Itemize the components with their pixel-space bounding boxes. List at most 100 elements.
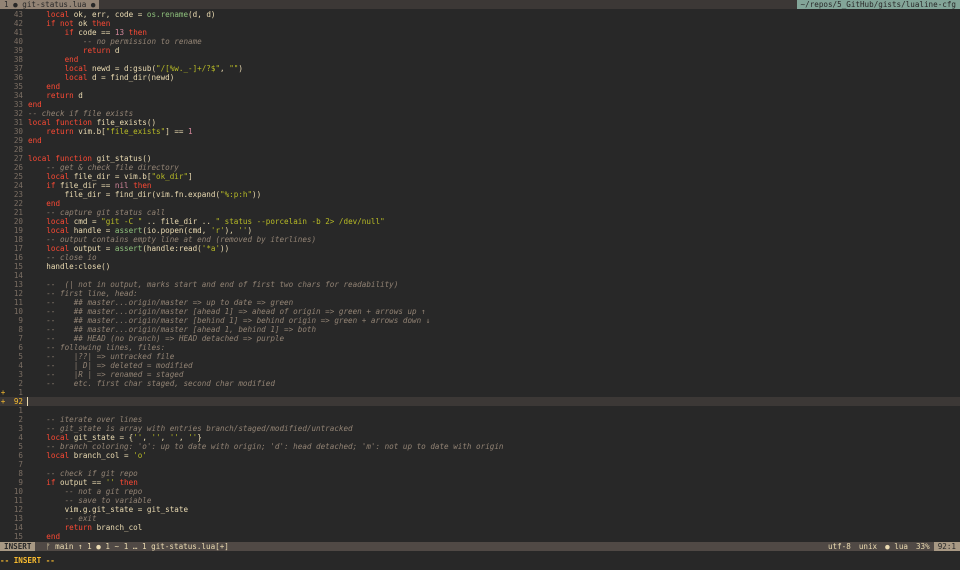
code-line[interactable]: 3 -- |R | => renamed = staged xyxy=(0,370,960,379)
code-line[interactable]: 6 local branch_col = 'o' xyxy=(0,451,960,460)
code-line[interactable]: 43 local ok, err, code = os.rename(d, d) xyxy=(0,10,960,19)
editor-buffer[interactable]: 43 local ok, err, code = os.rename(d, d)… xyxy=(0,10,960,542)
line-number: 3 xyxy=(18,424,23,433)
code-token: )) xyxy=(252,190,262,199)
code-line[interactable]: 32 -- check if file exists xyxy=(0,109,960,118)
code-line[interactable]: 4 -- | D| => deleted = modified xyxy=(0,361,960,370)
code-line[interactable]: 11 -- ## master...origin/master => up to… xyxy=(0,298,960,307)
line-number: 40 xyxy=(13,37,23,46)
line-code: local ok, err, code = os.rename(d, d) xyxy=(28,10,215,19)
code-line[interactable]: 20 local cmd = "git -C " .. file_dir .. … xyxy=(0,217,960,226)
code-line[interactable]: 13 -- exit xyxy=(0,514,960,523)
code-line[interactable]: 40 -- no permission to rename xyxy=(0,37,960,46)
code-line[interactable]: 10 -- ## master...origin/master [ahead 1… xyxy=(0,307,960,316)
code-line[interactable]: 26 -- get & check file directory xyxy=(0,163,960,172)
code-line[interactable]: 29 end xyxy=(0,136,960,145)
line-code: local output = assert(handle:read('*a')) xyxy=(28,244,229,253)
code-line[interactable]: 16 -- close io xyxy=(0,253,960,262)
code-token: -- |R | => renamed = staged xyxy=(46,370,184,379)
git-branch-info: ᚠ main ↑ 1 ● 1 ~ 1 … 1 git-status.lua[+] xyxy=(46,542,229,551)
code-line[interactable]: 6 -- following lines, files: xyxy=(0,343,960,352)
line-number: 43 xyxy=(13,10,23,19)
code-token: handle = xyxy=(69,226,115,235)
code-line[interactable]: 7 xyxy=(0,460,960,469)
code-line[interactable]: 12 vim.g.git_state = git_state xyxy=(0,505,960,514)
code-line[interactable]: 27 local function git_status() xyxy=(0,154,960,163)
code-token: -- check if file exists xyxy=(28,109,134,118)
code-line[interactable]: 28 xyxy=(0,145,960,154)
line-number: 12 xyxy=(13,505,23,514)
code-line[interactable]: 14 return branch_col xyxy=(0,523,960,532)
code-line[interactable]: 39 return d xyxy=(0,46,960,55)
code-line[interactable]: 33 end xyxy=(0,100,960,109)
code-line[interactable]: 24 if file_dir == nil then xyxy=(0,181,960,190)
code-token: return xyxy=(46,127,74,136)
line-code: -- ## master...origin/master [ahead 1, b… xyxy=(28,325,316,334)
line-code: return d xyxy=(28,91,83,100)
code-token: -- ## master...origin/master [ahead 1, b… xyxy=(46,325,317,334)
line-number: 6 xyxy=(18,343,23,352)
code-line[interactable]: 9 if output == '' then xyxy=(0,478,960,487)
code-line[interactable]: 11 -- save to variable xyxy=(0,496,960,505)
code-token: local xyxy=(64,73,88,82)
line-number: 25 xyxy=(13,172,23,181)
code-token: -- no permission to rename xyxy=(82,37,202,46)
line-number: 10 xyxy=(13,307,23,316)
code-line[interactable]: 38 end xyxy=(0,55,960,64)
code-line[interactable]: 36 local d = find_dir(newd) xyxy=(0,73,960,82)
line-number: 5 xyxy=(18,352,23,361)
code-line[interactable]: 2 -- etc. first char staged, second char… xyxy=(0,379,960,388)
line-number: 12 xyxy=(13,289,23,298)
code-token: 1 xyxy=(188,127,193,136)
code-line[interactable]: 2 -- iterate over lines xyxy=(0,415,960,424)
code-token: end xyxy=(46,82,61,91)
code-line[interactable]: 21 -- capture git status call xyxy=(0,208,960,217)
code-line[interactable]: 25 local file_dir = vim.b["ok_dir"] xyxy=(0,172,960,181)
command-line[interactable]: -- INSERT -- xyxy=(0,555,960,567)
code-line[interactable]: 42 if not ok then xyxy=(0,19,960,28)
code-line[interactable]: 8 -- check if git repo xyxy=(0,469,960,478)
code-line[interactable]: 5 -- |??| => untracked file xyxy=(0,352,960,361)
code-line[interactable]: 15 handle:close() xyxy=(0,262,960,271)
code-line[interactable]: 9 -- ## master...origin/master [behind 1… xyxy=(0,316,960,325)
code-token: (handle:read( xyxy=(142,244,202,253)
code-line[interactable]: 34 return d xyxy=(0,91,960,100)
line-number: 2 xyxy=(18,415,23,424)
code-line[interactable]: 23 file_dir = find_dir(vim.fn.expand("%:… xyxy=(0,190,960,199)
code-line[interactable]: 13 -- (| not in output, marks start and … xyxy=(0,280,960,289)
buffer-tab[interactable]: 1 ● git-status.lua ● xyxy=(0,0,100,9)
code-token: -- ## master...origin/master => up to da… xyxy=(46,298,294,307)
code-line[interactable]: 22 end xyxy=(0,199,960,208)
code-line[interactable]: +92 xyxy=(0,397,960,406)
code-line[interactable]: 41 if code == 13 then xyxy=(0,28,960,37)
code-line[interactable]: 30 return vim.b["file_exists"] == 1 xyxy=(0,127,960,136)
line-code: -- ## master...origin/master => up to da… xyxy=(28,298,293,307)
code-line[interactable]: 31 local function file_exists() xyxy=(0,118,960,127)
code-line[interactable]: 5 -- branch coloring: 'o': up to date wi… xyxy=(0,442,960,451)
code-line[interactable]: 14 xyxy=(0,271,960,280)
file-type: ● lua xyxy=(885,542,908,551)
line-number: 11 xyxy=(13,298,23,307)
line-code: file_dir = find_dir(vim.fn.expand("%:p:h… xyxy=(28,190,262,199)
code-line[interactable]: 17 local output = assert(handle:read('*a… xyxy=(0,244,960,253)
code-line[interactable]: 8 -- ## master...origin/master [ahead 1,… xyxy=(0,325,960,334)
code-token: (io.popen(cmd, xyxy=(142,226,211,235)
code-line[interactable]: 37 local newd = d:gsub("/[%w._-]+/?$", "… xyxy=(0,64,960,73)
code-line[interactable]: 4 local git_state = {'', '', '', ''} xyxy=(0,433,960,442)
code-line[interactable]: 15 end xyxy=(0,532,960,541)
code-line[interactable]: 19 local handle = assert(io.popen(cmd, '… xyxy=(0,226,960,235)
code-line[interactable]: 12 -- first line, head: xyxy=(0,289,960,298)
code-line[interactable]: 35 end xyxy=(0,82,960,91)
code-line[interactable]: +1 xyxy=(0,388,960,397)
code-line[interactable]: 7 -- ## HEAD (no branch) => HEAD detache… xyxy=(0,334,960,343)
text-cursor xyxy=(27,397,28,406)
code-line[interactable]: 10 -- not a git repo xyxy=(0,487,960,496)
code-line[interactable]: 3 -- git_state is array with entries bra… xyxy=(0,424,960,433)
code-line[interactable]: 18 -- output contains empty line at end … xyxy=(0,235,960,244)
line-code: -- (| not in output, marks start and end… xyxy=(28,280,398,289)
code-token: -- first line, head: xyxy=(46,289,138,298)
code-line[interactable]: 1 xyxy=(0,406,960,415)
